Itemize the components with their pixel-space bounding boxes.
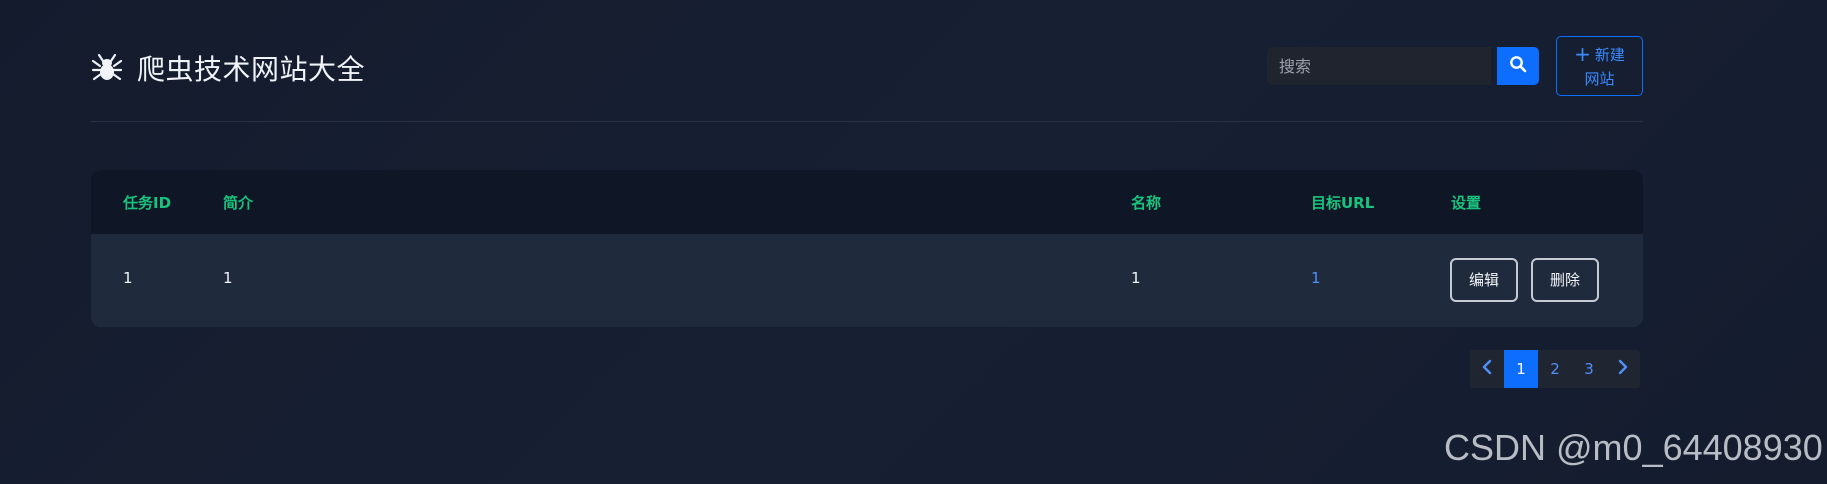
new-site-label-line1: 新建 bbox=[1594, 46, 1625, 64]
cell-name: 1 bbox=[1131, 269, 1141, 287]
chevron-left-icon bbox=[1481, 359, 1493, 379]
column-header-target-url: 目标URL bbox=[1311, 194, 1375, 212]
search-button-wrap bbox=[1497, 47, 1539, 85]
cell-task-id: 1 bbox=[123, 269, 133, 287]
page-header: 爬虫技术网站大全 +新建 网站 bbox=[91, 36, 1643, 120]
chevron-right-icon bbox=[1617, 359, 1629, 379]
watermark: CSDN @m0_64408930 bbox=[1444, 427, 1823, 468]
pagination: 1 2 3 bbox=[1470, 350, 1640, 388]
search-button[interactable] bbox=[1497, 47, 1539, 85]
brand: 爬虫技术网站大全 bbox=[91, 48, 365, 88]
prev-page-button[interactable] bbox=[1470, 350, 1504, 388]
cell-target-url-link[interactable]: 1 bbox=[1311, 269, 1321, 287]
column-header-intro: 简介 bbox=[223, 194, 254, 212]
plus-icon: + bbox=[1574, 42, 1591, 66]
tasks-table: 任务ID 简介 名称 目标URL 设置 1 1 1 1 编辑 删除 bbox=[91, 170, 1643, 327]
cell-intro: 1 bbox=[223, 269, 233, 287]
new-site-button[interactable]: + 新建 网站 bbox=[1556, 36, 1643, 96]
page-title: 爬虫技术网站大全 bbox=[137, 53, 366, 86]
spider-icon bbox=[91, 52, 123, 84]
delete-button[interactable]: 删除 bbox=[1531, 258, 1599, 302]
search-icon bbox=[1509, 55, 1527, 77]
search-box bbox=[1267, 47, 1491, 85]
page-2-button[interactable]: 2 bbox=[1538, 350, 1572, 388]
header-divider bbox=[91, 121, 1643, 122]
column-header-settings: 设置 bbox=[1451, 194, 1482, 212]
column-header-name: 名称 bbox=[1131, 194, 1162, 212]
table-row: 1 1 1 1 编辑 删除 bbox=[91, 234, 1643, 327]
new-site-label-line2: 网站 bbox=[1584, 70, 1615, 88]
table-header: 任务ID 简介 名称 目标URL 设置 bbox=[91, 170, 1643, 234]
page-1-button[interactable]: 1 bbox=[1504, 350, 1538, 388]
column-header-task-id: 任务ID bbox=[123, 194, 172, 212]
edit-button[interactable]: 编辑 bbox=[1450, 258, 1518, 302]
next-page-button[interactable] bbox=[1606, 350, 1640, 388]
search-input[interactable] bbox=[1267, 47, 1491, 85]
page-3-button[interactable]: 3 bbox=[1572, 350, 1606, 388]
